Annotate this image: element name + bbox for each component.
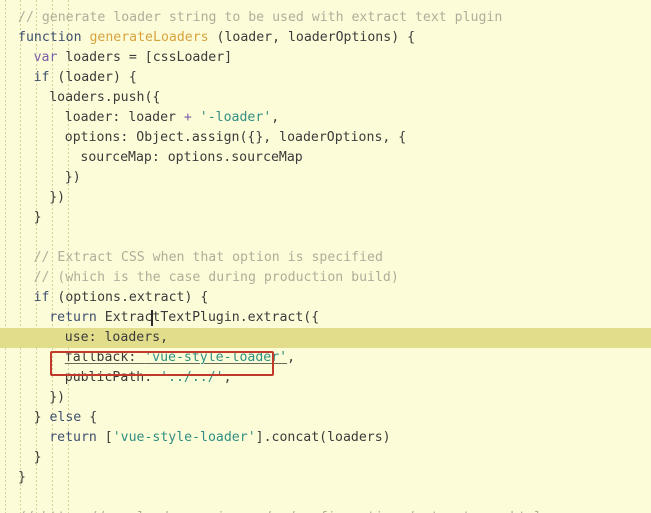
code-token-plain: ].concat(loaders) [255,430,391,445]
code-line[interactable]: }) [0,188,651,208]
code-token-plain: [ [96,430,113,445]
annotation-rectangle [49,351,274,376]
code-token-plain: } [18,470,26,485]
code-token-plain: loader: loader [64,110,184,125]
code-line[interactable] [0,228,651,248]
code-line[interactable]: use: loaders, [0,328,651,348]
code-line[interactable]: } else { [0,408,651,428]
code-line[interactable]: loader: loader + '-loader', [0,108,651,128]
code-line[interactable]: if (options.extract) { [0,288,651,308]
code-token-op: + [183,110,192,125]
code-token-plain: , [287,350,296,365]
code-token-comment: // Extract CSS when that option is speci… [33,250,383,265]
code-line[interactable]: }) [0,168,651,188]
code-line[interactable]: } [0,468,651,488]
code-token-string: 'vue-style-loader' [112,430,256,445]
code-editor[interactable]: // generate loader string to be used wit… [0,0,651,513]
code-token-plain: , [271,110,280,125]
code-token-plain: } [33,410,50,425]
code-token-string: '-loader' [199,110,272,125]
code-line[interactable]: sourceMap: options.sourceMap [0,148,651,168]
code-token-plain: { [81,410,98,425]
code-line[interactable]: if (loader) { [0,68,651,88]
code-line[interactable]: options: Object.assign({}, loaderOptions… [0,128,651,148]
code-token-decl: var [33,50,58,65]
code-token-plain: (options.extract) { [49,290,209,305]
code-token-keyword: return [49,310,97,325]
code-token-plain: use: loaders, [64,330,169,345]
code-line[interactable]: return ['vue-style-loader'].concat(loade… [0,428,651,448]
code-token-plain: } [33,210,42,225]
code-token-plain: ExtractTextPlugin.extract({ [96,310,320,325]
code-token-plain: sourceMap: options.sourceMap [80,150,303,165]
code-line[interactable]: function generateLoaders (loader, loader… [0,28,651,48]
code-line[interactable]: // Extract CSS when that option is speci… [0,248,651,268]
code-token-keyword: if [33,70,50,85]
code-line[interactable]: // generate loader string to be used wit… [0,8,651,28]
code-line[interactable]: // (which is the case during production … [0,268,651,288]
code-token-plain: } [33,450,42,465]
code-token-keyword: if [33,290,50,305]
text-caret [150,310,153,326]
code-token-keyword: else [49,410,82,425]
code-token-plain: options: Object.assign({}, loaderOptions… [64,130,407,145]
code-token-plain: }) [49,190,66,205]
code-token-comment: // generate loader string to be used wit… [18,10,503,25]
code-line[interactable]: return ExtractTextPlugin.extract({ [0,308,651,328]
code-token-plain: (loader, loaderOptions) { [208,30,416,45]
code-line[interactable]: }) [0,388,651,408]
code-line[interactable] [0,488,651,508]
code-token-plain: (loader) { [49,70,137,85]
code-token-func: generateLoaders [89,30,209,45]
code-line[interactable]: loaders.push({ [0,88,651,108]
code-line[interactable]: var loaders = [cssLoader] [0,48,651,68]
code-line[interactable]: } [0,208,651,228]
code-token-keyword: return [49,430,97,445]
code-token-keyword: function [18,30,82,45]
code-content: // generate loader string to be used wit… [0,0,651,513]
code-token-plain: }) [49,390,66,405]
code-token-plain: loaders = [cssLoader] [57,50,233,65]
code-line[interactable]: // https://vue-loader.vuejs.org/en/confi… [0,508,651,513]
code-token-plain: loaders.push({ [49,90,161,105]
code-line[interactable]: } [0,448,651,468]
code-token-plain: }) [64,170,81,185]
code-token-comment: // (which is the case during production … [33,270,399,285]
